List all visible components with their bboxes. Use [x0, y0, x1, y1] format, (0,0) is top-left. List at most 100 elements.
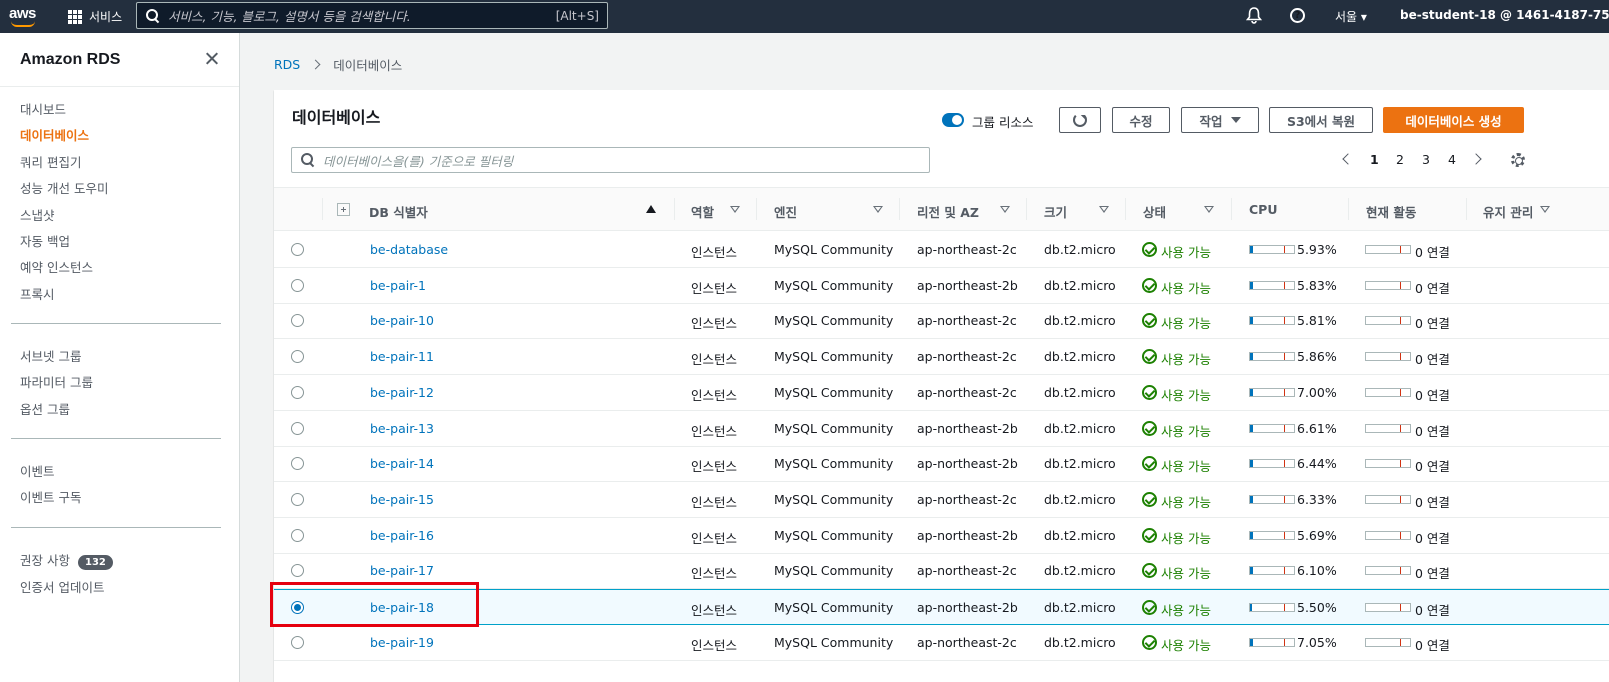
db-identifier-link[interactable]: be-database	[370, 242, 448, 257]
table-row[interactable]: be-pair-1 인스턴스 MySQL Community ap-northeast…	[274, 268, 1609, 304]
bell-icon[interactable]	[1246, 7, 1262, 24]
column-header-size[interactable]: 크기	[1044, 202, 1067, 221]
column-header-region[interactable]: 리전 및 AZ	[917, 202, 979, 221]
db-identifier-link[interactable]: be-pair-15	[370, 492, 434, 507]
gear-icon[interactable]	[1511, 153, 1525, 167]
row-select-radio[interactable]	[291, 279, 304, 292]
actions-dropdown-button[interactable]: 작업	[1181, 107, 1259, 133]
expand-all-icon[interactable]	[337, 203, 350, 216]
help-icon[interactable]: ?	[1290, 8, 1305, 23]
sort-icon[interactable]	[1204, 206, 1214, 213]
region-cell: ap-northeast-2c	[917, 385, 1017, 400]
sidebar-item-option-groups[interactable]: 옵션 그룹	[20, 399, 70, 418]
sidebar-item-query-editor[interactable]: 쿼리 편집기	[20, 152, 81, 171]
row-select-radio[interactable]	[291, 636, 304, 649]
size-cell: db.t2.micro	[1044, 528, 1116, 543]
refresh-button[interactable]	[1059, 107, 1101, 133]
sort-icon[interactable]	[730, 206, 740, 213]
modify-button[interactable]: 수정	[1112, 107, 1170, 133]
prev-page-icon[interactable]	[1342, 153, 1354, 165]
close-icon[interactable]	[204, 51, 220, 67]
sidebar-item-recommendations[interactable]: 권장 사항 132	[20, 550, 113, 570]
table-row[interactable]: be-database 인스턴스 MySQL Community ap-northea…	[274, 232, 1609, 268]
db-identifier-link[interactable]: be-pair-12	[370, 385, 434, 400]
row-select-radio[interactable]	[291, 564, 304, 577]
next-page-icon[interactable]	[1470, 153, 1482, 165]
column-header-engine[interactable]: 엔진	[774, 202, 797, 221]
status-cell: 사용 가능	[1161, 638, 1211, 653]
row-select-radio[interactable]	[291, 243, 304, 256]
db-identifier-link[interactable]: be-pair-13	[370, 421, 434, 436]
table-row[interactable]: be-pair-16 인스턴스 MySQL Community ap-northeas…	[274, 518, 1609, 554]
cpu-bar	[1249, 352, 1295, 361]
group-resources-toggle[interactable]	[942, 113, 964, 127]
db-identifier-link[interactable]: be-pair-16	[370, 528, 434, 543]
cpu-value: 5.86%	[1297, 349, 1337, 364]
sort-icon[interactable]	[1099, 206, 1109, 213]
account-menu[interactable]: be-student-18 @ 1461-4187-7526	[1400, 8, 1609, 22]
column-header-cpu[interactable]: CPU	[1249, 202, 1278, 217]
db-identifier-link[interactable]: be-pair-17	[370, 563, 434, 578]
cpu-bar	[1249, 316, 1295, 325]
row-select-radio[interactable]	[291, 529, 304, 542]
sidebar-item-databases[interactable]: 데이터베이스	[20, 125, 89, 144]
sidebar: Amazon RDS 대시보드 데이터베이스 쿼리 편집기 성능 개선 도우미 …	[0, 33, 240, 682]
services-menu-button[interactable]: 서비스	[68, 8, 122, 25]
column-header-status[interactable]: 상태	[1143, 202, 1166, 221]
sort-icon[interactable]	[1000, 206, 1010, 213]
sidebar-item-subnet-groups[interactable]: 서브넷 그룹	[20, 346, 81, 365]
db-identifier-link[interactable]: be-pair-10	[370, 313, 434, 328]
cpu-bar	[1249, 281, 1295, 290]
table-row[interactable]: be-pair-11 인스턴스 MySQL Community ap-northeas…	[274, 339, 1609, 375]
activity-bar	[1365, 388, 1411, 397]
column-header-maintenance[interactable]: 유지 관리	[1483, 202, 1533, 221]
sort-icon[interactable]	[873, 206, 883, 213]
create-database-button[interactable]: 데이터베이스 생성	[1383, 107, 1524, 133]
sidebar-item-automated-backups[interactable]: 자동 백업	[20, 231, 70, 250]
table-row[interactable]: be-pair-13 인스턴스 MySQL Community ap-northeas…	[274, 411, 1609, 447]
table-row[interactable]: be-pair-12 인스턴스 MySQL Community ap-northeas…	[274, 375, 1609, 411]
table-row[interactable]: be-pair-10 인스턴스 MySQL Community ap-northeas…	[274, 303, 1609, 339]
row-select-radio[interactable]	[291, 493, 304, 506]
cpu-value: 6.61%	[1297, 421, 1337, 436]
column-header-id[interactable]: DB 식별자	[369, 202, 428, 221]
sidebar-item-parameter-groups[interactable]: 파라미터 그룹	[20, 372, 93, 391]
sort-icon[interactable]	[1540, 206, 1550, 213]
activity-bar	[1365, 603, 1411, 612]
restore-from-s3-button[interactable]: S3에서 복원	[1269, 107, 1373, 133]
db-identifier-link[interactable]: be-pair-14	[370, 456, 434, 471]
region-cell: ap-northeast-2c	[917, 492, 1017, 507]
row-select-radio[interactable]	[291, 457, 304, 470]
db-identifier-link[interactable]: be-pair-19	[370, 635, 434, 650]
sidebar-item-proxies[interactable]: 프록시	[20, 284, 55, 303]
page-2[interactable]: 2	[1396, 152, 1404, 167]
table-row[interactable]: be-pair-15 인스턴스 MySQL Community ap-northeas…	[274, 482, 1609, 518]
sidebar-item-snapshots[interactable]: 스냅샷	[20, 205, 55, 224]
global-search-input[interactable]: 서비스, 기능, 블로그, 설명서 등을 검색합니다. [Alt+S]	[136, 2, 608, 29]
column-header-role[interactable]: 역할	[691, 202, 714, 221]
table-row[interactable]: be-pair-14 인스턴스 MySQL Community ap-northeas…	[274, 446, 1609, 482]
sort-ascending-icon[interactable]	[646, 205, 656, 213]
sidebar-item-certificate-update[interactable]: 인증서 업데이트	[20, 577, 104, 596]
row-select-radio[interactable]	[291, 422, 304, 435]
sidebar-item-dashboard[interactable]: 대시보드	[20, 99, 66, 118]
region-selector[interactable]: 서울 ▾	[1335, 8, 1367, 25]
sidebar-item-reserved-instances[interactable]: 예약 인스턴스	[20, 257, 93, 276]
row-select-radio[interactable]	[291, 314, 304, 327]
table-row[interactable]: be-pair-19 인스턴스 MySQL Community ap-northeas…	[274, 625, 1609, 661]
sidebar-item-event-subscriptions[interactable]: 이벤트 구독	[20, 487, 81, 506]
aws-logo[interactable]: aws	[9, 6, 39, 28]
column-header-activity[interactable]: 현재 활동	[1366, 202, 1416, 221]
page-4[interactable]: 4	[1448, 152, 1456, 167]
filter-databases-input[interactable]: 데이터베이스을(를) 기준으로 필터링	[291, 147, 930, 173]
breadcrumb-current: 데이터베이스	[333, 58, 403, 73]
db-identifier-link[interactable]: be-pair-11	[370, 349, 434, 364]
breadcrumb-rds-link[interactable]: RDS	[274, 57, 300, 72]
row-select-radio[interactable]	[291, 350, 304, 363]
sidebar-item-events[interactable]: 이벤트	[20, 461, 55, 480]
row-select-radio[interactable]	[291, 386, 304, 399]
db-identifier-link[interactable]: be-pair-1	[370, 278, 426, 293]
page-3[interactable]: 3	[1422, 152, 1430, 167]
page-1[interactable]: 1	[1370, 152, 1379, 167]
sidebar-item-performance-insights[interactable]: 성능 개선 도우미	[20, 178, 108, 197]
